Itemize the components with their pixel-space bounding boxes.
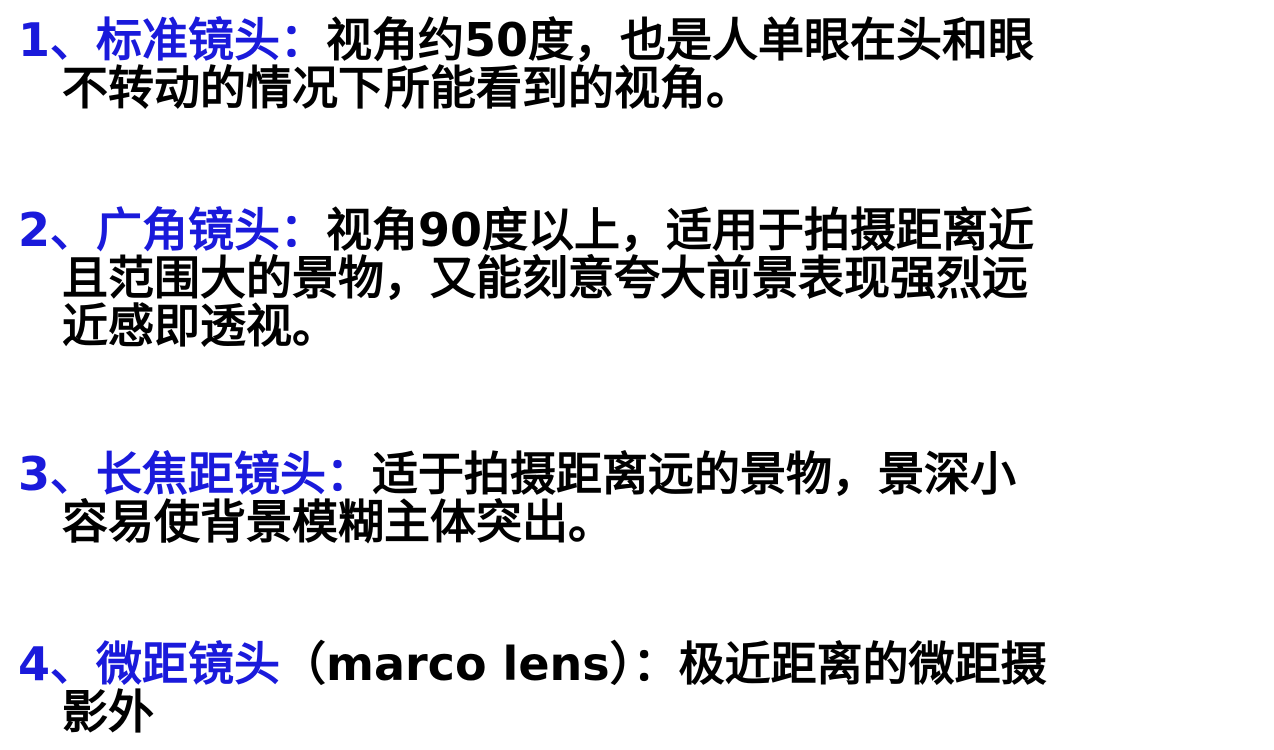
lens-item-wide-angle: 2、广角镜头：视角90度以上，适用于拍摄距离近 且范围大的景物，又能刻意夸大前景… xyxy=(18,206,1268,350)
lens-item-telephoto: 3、长焦距镜头：适于拍摄距离远的景物，景深小 容易使背景模糊主体突出。 xyxy=(18,450,1268,546)
item-first-line: 2、广角镜头：视角90度以上，适用于拍摄距离近 xyxy=(18,206,1268,254)
item-text: （marco lens）：极近距离的微距摄 xyxy=(280,637,1047,691)
item-text: 视角约50度，也是人单眼在头和眼 xyxy=(326,13,1035,67)
slide: 1、标准镜头：视角约50度，也是人单眼在头和眼 不转动的情况下所能看到的视角。 … xyxy=(0,0,1274,750)
item-text: 容易使背景模糊主体突出。 xyxy=(62,495,614,549)
item-first-line: 3、长焦距镜头：适于拍摄距离远的景物，景深小 xyxy=(18,450,1268,498)
item-text: 且范围大的景物，又能刻意夸大前景表现强烈远 xyxy=(62,251,1028,305)
item-first-line: 1、标准镜头：视角约50度，也是人单眼在头和眼 xyxy=(18,16,1268,64)
lens-item-standard: 1、标准镜头：视角约50度，也是人单眼在头和眼 不转动的情况下所能看到的视角。 xyxy=(18,16,1268,112)
item-first-line: 4、微距镜头（marco lens）：极近距离的微距摄 xyxy=(18,640,1268,688)
item-text: 不转动的情况下所能看到的视角。 xyxy=(62,61,752,115)
item-term: 广角镜头： xyxy=(96,203,327,257)
item-text: 影外 xyxy=(62,685,154,739)
item-text: 适于拍摄距离远的景物，景深小 xyxy=(372,447,1017,501)
item-text: 视角90度以上，适用于拍摄距离近 xyxy=(326,203,1035,257)
item-number: 4、 xyxy=(18,637,97,691)
item-term: 标准镜头： xyxy=(96,13,327,67)
lens-item-macro: 4、微距镜头（marco lens）：极近距离的微距摄 影外 xyxy=(18,640,1268,736)
item-number: 3、 xyxy=(18,447,97,501)
item-term: 微距镜头 xyxy=(96,637,281,691)
item-text: 近感即透视。 xyxy=(62,299,338,353)
item-term: 长焦距镜头： xyxy=(96,447,373,501)
item-number: 2、 xyxy=(18,203,97,257)
item-number: 1、 xyxy=(18,13,97,67)
